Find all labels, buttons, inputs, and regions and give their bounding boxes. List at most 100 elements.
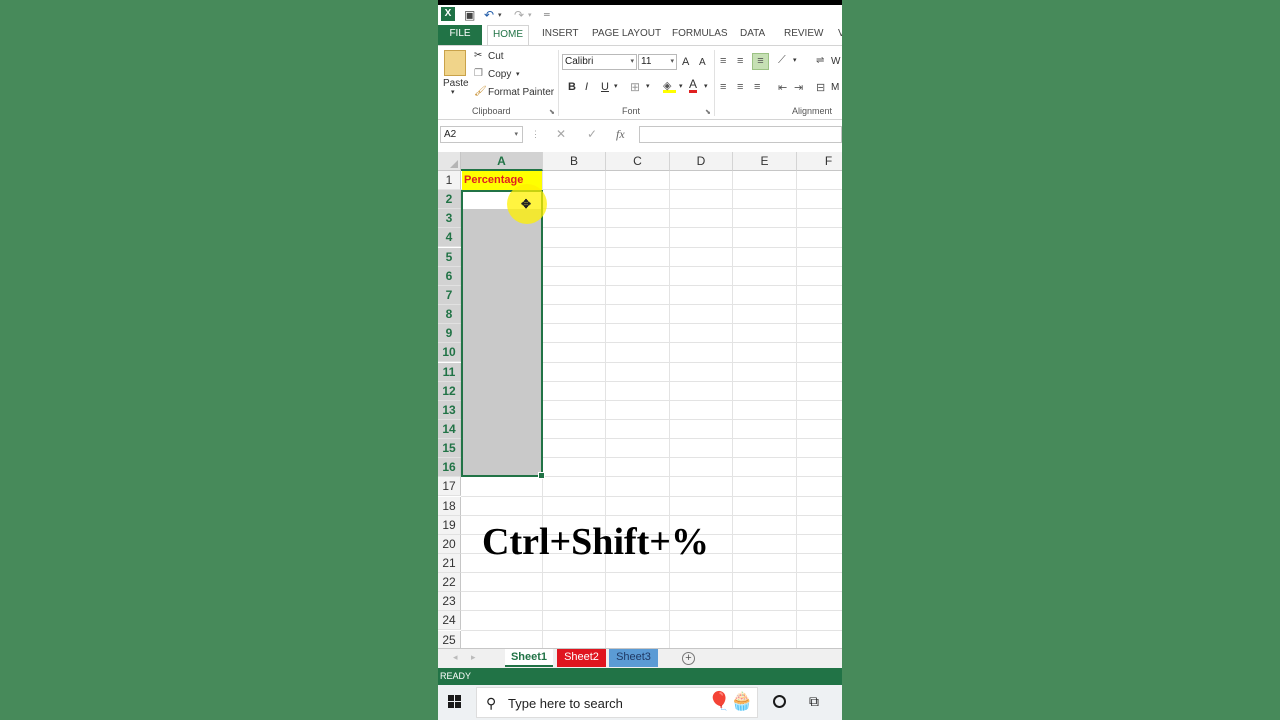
clipboard-launcher-icon[interactable]: ⬊	[549, 108, 555, 116]
taskbar-search-box[interactable]: ⚲ Type here to search 🎈🧁	[476, 687, 758, 718]
formula-input[interactable]	[639, 126, 842, 143]
row-header-13[interactable]: 13	[438, 400, 461, 420]
row-header-14[interactable]: 14	[438, 419, 461, 439]
add-sheet-button[interactable]: +	[682, 652, 695, 665]
column-header-f[interactable]: F	[797, 152, 842, 171]
paste-icon[interactable]	[444, 50, 466, 76]
copy-dropdown-icon[interactable]: ▾	[516, 70, 520, 78]
orientation-icon[interactable]: ⟋	[778, 54, 786, 67]
paste-button[interactable]: Paste	[443, 78, 469, 89]
save-icon[interactable]: ▣	[464, 8, 475, 22]
borders-icon[interactable]: ⊞	[630, 80, 640, 94]
row-header-11[interactable]: 11	[438, 362, 461, 382]
select-all-button[interactable]	[438, 152, 461, 171]
row-header-22[interactable]: 22	[438, 573, 461, 593]
row-header-2[interactable]: 2	[438, 190, 461, 210]
font-color-button[interactable]: A	[689, 78, 698, 93]
row-header-23[interactable]: 23	[438, 592, 461, 612]
wrap-text-icon[interactable]: ⇌	[816, 55, 824, 66]
format-painter-button[interactable]: Format Painter	[488, 87, 554, 98]
fill-color-dropdown-icon[interactable]: ▾	[679, 82, 683, 90]
name-box[interactable]: A2 ▾	[440, 126, 523, 143]
row-header-24[interactable]: 24	[438, 611, 461, 631]
cancel-icon[interactable]: ✕	[556, 127, 566, 141]
font-launcher-icon[interactable]: ⬊	[705, 108, 711, 116]
increase-indent-icon[interactable]: ⇥	[794, 81, 803, 94]
tab-insert[interactable]: INSERT	[538, 25, 583, 45]
column-header-a[interactable]: A	[461, 152, 543, 171]
font-size-combo[interactable]: 11 ▾	[638, 54, 677, 70]
sheet-nav-left-icon[interactable]: ◂	[453, 652, 458, 663]
merge-center-button[interactable]: M	[831, 82, 839, 93]
row-header-18[interactable]: 18	[438, 496, 461, 516]
borders-dropdown-icon[interactable]: ▾	[646, 82, 650, 90]
row-header-21[interactable]: 21	[438, 554, 461, 573]
fill-color-icon[interactable]: ◈	[663, 79, 676, 93]
undo-dropdown-icon[interactable]: ▾	[498, 11, 502, 19]
wrap-text-button[interactable]: W	[831, 56, 840, 67]
undo-icon[interactable]: ↶	[484, 8, 494, 22]
column-header-d[interactable]: D	[670, 152, 733, 171]
format-painter-icon[interactable]: 🖌	[474, 86, 487, 97]
align-bottom-icon[interactable]: ≡	[752, 53, 769, 70]
row-header-4[interactable]: 4	[438, 228, 461, 248]
copy-button[interactable]: Copy	[488, 69, 511, 80]
row-header-19[interactable]: 19	[438, 515, 461, 535]
row-header-1[interactable]: 1	[438, 171, 461, 190]
tab-formulas[interactable]: FORMULAS	[668, 25, 732, 45]
sheet-tab-sheet1[interactable]: Sheet1	[505, 649, 553, 667]
spreadsheet-grid[interactable]: A B C D E F 1 2 3 4 5 6 7 8 9 10 11 12 13 14 15 16 17 18 1…	[438, 152, 842, 650]
row-header-8[interactable]: 8	[438, 305, 461, 325]
tab-review[interactable]: REVIEW	[780, 25, 827, 45]
row-header-9[interactable]: 9	[438, 324, 461, 344]
redo-icon[interactable]: ↷	[514, 8, 524, 22]
font-name-combo[interactable]: Calibri ▾	[562, 54, 637, 70]
column-header-c[interactable]: C	[606, 152, 670, 171]
row-header-25[interactable]: 25	[438, 630, 461, 650]
customize-qat-icon[interactable]: ═	[544, 10, 550, 19]
row-header-6[interactable]: 6	[438, 266, 461, 286]
font-color-dropdown-icon[interactable]: ▾	[704, 82, 708, 90]
cortana-icon[interactable]	[773, 695, 786, 708]
align-middle-icon[interactable]: ≡	[737, 55, 743, 67]
row-header-5[interactable]: 5	[438, 247, 461, 267]
decrease-indent-icon[interactable]: ⇤	[778, 81, 787, 94]
row-header-15[interactable]: 15	[438, 439, 461, 459]
bold-button[interactable]: B	[568, 81, 576, 93]
cut-button[interactable]: Cut	[488, 51, 504, 62]
row-header-7[interactable]: 7	[438, 285, 461, 305]
row-header-17[interactable]: 17	[438, 477, 461, 497]
column-header-e[interactable]: E	[733, 152, 797, 171]
task-view-icon[interactable]: ⧉	[809, 693, 819, 710]
orientation-dropdown-icon[interactable]: ▾	[793, 56, 797, 64]
grow-font-button[interactable]: A	[682, 56, 689, 68]
tab-page-layout[interactable]: PAGE LAYOUT	[588, 25, 665, 45]
selection-border[interactable]	[461, 190, 545, 479]
tab-view[interactable]: V	[834, 25, 842, 45]
row-header-20[interactable]: 20	[438, 534, 461, 554]
sheet-nav-right-icon[interactable]: ▸	[471, 652, 476, 663]
row-header-12[interactable]: 12	[438, 381, 461, 401]
italic-button[interactable]: I	[585, 81, 588, 93]
align-top-icon[interactable]: ≡	[720, 55, 726, 67]
enter-icon[interactable]: ✓	[587, 127, 597, 141]
windows-start-icon[interactable]	[448, 695, 462, 709]
shrink-font-button[interactable]: A	[699, 57, 706, 68]
paste-dropdown-icon[interactable]: ▾	[451, 88, 455, 96]
row-header-16[interactable]: 16	[438, 458, 461, 478]
align-left-icon[interactable]: ≡	[720, 81, 726, 93]
row-header-3[interactable]: 3	[438, 209, 461, 229]
align-center-icon[interactable]: ≡	[737, 81, 743, 93]
sheet-tab-sheet3[interactable]: Sheet3	[609, 649, 658, 667]
column-header-b[interactable]: B	[543, 152, 606, 171]
tab-home[interactable]: HOME	[487, 25, 529, 45]
row-header-10[interactable]: 10	[438, 343, 461, 363]
merge-center-icon[interactable]: ⊟	[816, 81, 825, 94]
copy-icon[interactable]: ❐	[474, 68, 483, 79]
sheet-tab-sheet2[interactable]: Sheet2	[557, 649, 606, 667]
tab-file[interactable]: FILE	[438, 25, 482, 45]
insert-function-button[interactable]: fx	[616, 127, 625, 142]
tab-data[interactable]: DATA	[736, 25, 769, 45]
cut-icon[interactable]: ✂	[474, 50, 482, 61]
underline-dropdown-icon[interactable]: ▾	[614, 82, 618, 90]
